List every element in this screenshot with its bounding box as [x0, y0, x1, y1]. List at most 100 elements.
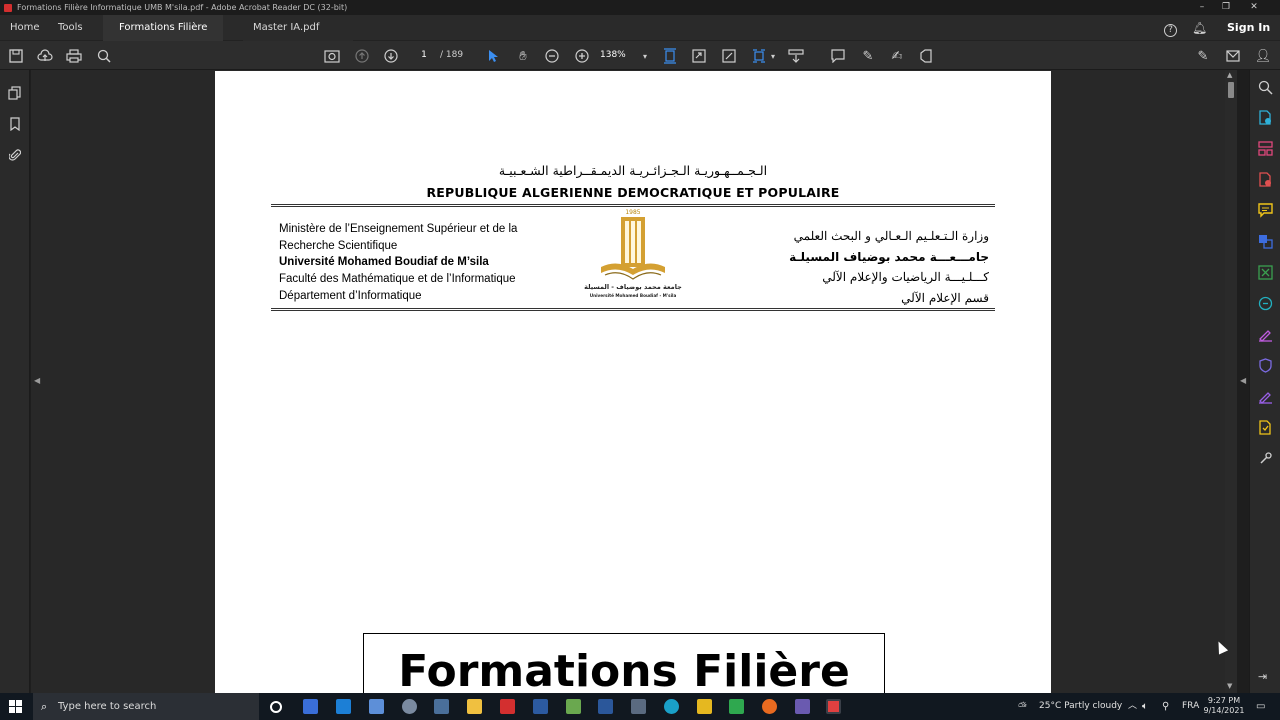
scrollbar-thumb[interactable] — [1228, 82, 1234, 98]
previous-page-icon[interactable] — [353, 47, 371, 65]
highlight-pen-icon[interactable]: ✎ — [859, 47, 877, 65]
ministry-french-block: Ministère de l’Enseignement Supérieur et… — [279, 221, 517, 305]
windows-start-icon[interactable] — [9, 700, 22, 713]
export-pdf-icon[interactable] — [1258, 110, 1273, 125]
vertical-scrollbar[interactable]: ▲ ▼ — [1225, 70, 1237, 693]
weather-cloud-icon[interactable]: ⛅︎ — [1018, 693, 1027, 720]
rotate-page-icon[interactable] — [690, 47, 708, 65]
comment-icon[interactable] — [829, 47, 847, 65]
close-window-icon[interactable]: ✕ — [1242, 0, 1266, 15]
full-screen-icon[interactable] — [720, 47, 738, 65]
snapshot-icon[interactable] — [323, 47, 341, 65]
notepad-app-icon[interactable] — [566, 699, 581, 714]
edit-pdf-icon[interactable]: ✎ — [1194, 47, 1212, 65]
minimize-icon[interactable]: – — [1190, 0, 1214, 15]
expand-panel-icon[interactable]: ⇥ — [1258, 670, 1273, 685]
page-thumbnails-icon[interactable] — [7, 86, 23, 102]
scroll-down-arrow-icon[interactable]: ▼ — [1227, 682, 1232, 690]
acrobat-app-icon — [4, 3, 12, 12]
fill-and-sign-icon[interactable] — [1258, 327, 1273, 342]
clock-date: 9/14/2021 — [1203, 706, 1245, 715]
page-number-input[interactable]: 1 — [409, 47, 439, 63]
taskbar-clock[interactable]: 9:27 PM 9/14/2021 — [1201, 696, 1247, 716]
attachment-paperclip-icon[interactable] — [7, 148, 23, 164]
grid-app-icon[interactable] — [697, 699, 712, 714]
arabic-university-line: جامـــعـــة محمد بوضياف المسيلـة — [789, 249, 989, 264]
dev-app-icon[interactable] — [533, 699, 548, 714]
print-icon[interactable] — [65, 47, 83, 65]
tab-tools[interactable]: Tools — [58, 15, 83, 41]
collapse-right-panel-icon[interactable]: ◀ — [1240, 376, 1246, 385]
logo-year: 1985 — [625, 209, 640, 216]
send-for-review-icon[interactable] — [1258, 420, 1273, 435]
hand-tool-icon[interactable]: ✋︎ — [514, 47, 532, 65]
request-signature-icon[interactable] — [1258, 389, 1273, 404]
share-link-icon[interactable] — [787, 47, 805, 65]
right-tools-panel: ⇥ — [1249, 70, 1280, 693]
zoom-in-icon[interactable] — [573, 47, 591, 65]
help-icon[interactable]: ? — [1164, 21, 1177, 37]
next-page-icon[interactable] — [382, 47, 400, 65]
protect-shield-icon[interactable] — [1258, 358, 1273, 373]
document-viewport[interactable]: الـجـمــهـوريـة الـجـزائـريـة الديمـقــر… — [31, 70, 1225, 693]
collapse-left-panel-icon[interactable]: ◀ — [34, 376, 40, 385]
fit-page-icon[interactable] — [661, 47, 679, 65]
firefox-browser-icon[interactable] — [762, 699, 777, 714]
remote-app-icon[interactable] — [631, 699, 646, 714]
scroll-mode-chevron-icon[interactable]: ▾ — [764, 47, 782, 65]
comment-tool-icon[interactable] — [1258, 203, 1273, 218]
share-user-icon[interactable]: 👤︎ — [1254, 47, 1272, 65]
upload-cloud-icon[interactable] — [36, 47, 54, 65]
calculator-app-icon[interactable] — [369, 699, 384, 714]
left-navigation-rail — [0, 70, 30, 693]
tray-chevron-up-icon[interactable]: ︿ — [1128, 693, 1137, 720]
word-app-icon[interactable] — [598, 699, 613, 714]
cortana-circle-icon[interactable] — [270, 701, 282, 713]
zoom-level-input[interactable]: 138% — [600, 47, 640, 63]
tab-document-formations[interactable]: Formations Filière I... × — [103, 15, 223, 59]
french-republic-title: REPUBLIQUE ALGERIENNE DEMOCRATIQUE ET PO… — [426, 185, 840, 200]
formations-title-box: Formations Filière — [363, 633, 885, 693]
select-cursor-icon[interactable] — [484, 47, 502, 65]
tools-search-icon[interactable] — [1258, 80, 1273, 95]
taskbar-search-box[interactable]: ⌕ Type here to search — [33, 693, 259, 720]
mail-app-icon[interactable] — [336, 699, 351, 714]
create-pdf-icon[interactable] — [1258, 172, 1273, 187]
network-app-icon[interactable] — [434, 699, 449, 714]
bookmark-icon[interactable] — [7, 117, 23, 133]
email-icon[interactable] — [1224, 47, 1242, 65]
zoom-out-icon[interactable] — [543, 47, 561, 65]
clock-time: 9:27 PM — [1207, 696, 1241, 705]
notification-center-icon[interactable]: ▭ — [1256, 693, 1265, 720]
excel-export-icon[interactable] — [1258, 265, 1273, 280]
scroll-up-arrow-icon[interactable]: ▲ — [1227, 71, 1232, 79]
eclipse-app-icon[interactable] — [795, 699, 810, 714]
fill-sign-icon[interactable] — [917, 47, 935, 65]
network-tray-icon[interactable]: ⚲ — [1162, 693, 1169, 720]
recorder-app-icon[interactable] — [826, 699, 841, 714]
header-rule-top — [271, 204, 995, 205]
tab-document-master[interactable]: Master IA.pdf — [243, 15, 353, 41]
search-zoom-icon[interactable] — [95, 47, 113, 65]
volume-icon[interactable]: 🔈︎ — [1142, 693, 1148, 720]
more-tools-icon[interactable] — [1258, 451, 1273, 466]
weather-status[interactable]: 25°C Partly cloudy — [1039, 693, 1122, 720]
draw-signature-icon[interactable]: ✍︎ — [888, 47, 906, 65]
restore-icon[interactable]: ❐ — [1214, 0, 1238, 15]
edge-browser-icon[interactable] — [664, 699, 679, 714]
compress-pdf-icon[interactable] — [1258, 296, 1273, 311]
input-language[interactable]: FRA — [1182, 693, 1199, 720]
file-explorer-icon[interactable] — [467, 699, 482, 714]
save-icon[interactable] — [7, 47, 25, 65]
tab-home[interactable]: Home — [10, 15, 40, 41]
task-view-icon[interactable] — [303, 699, 318, 714]
acrobat-taskbar-icon[interactable] — [500, 699, 515, 714]
arabic-ministry-line: وزارة الـتـعلـيم الـعـالي و البحث العلمي — [793, 229, 989, 243]
ministry-arabic-block: وزارة الـتـعلـيم الـعـالي و البحث العلمي… — [789, 226, 989, 308]
organize-pages-icon[interactable] — [1258, 141, 1273, 156]
settings-app-icon[interactable] — [402, 699, 417, 714]
notifications-bell-icon[interactable]: 🔔︎ — [1192, 15, 1207, 41]
sign-in-button[interactable]: Sign In — [1227, 15, 1270, 41]
studio-app-icon[interactable] — [729, 699, 744, 714]
combine-files-icon[interactable] — [1258, 234, 1273, 249]
